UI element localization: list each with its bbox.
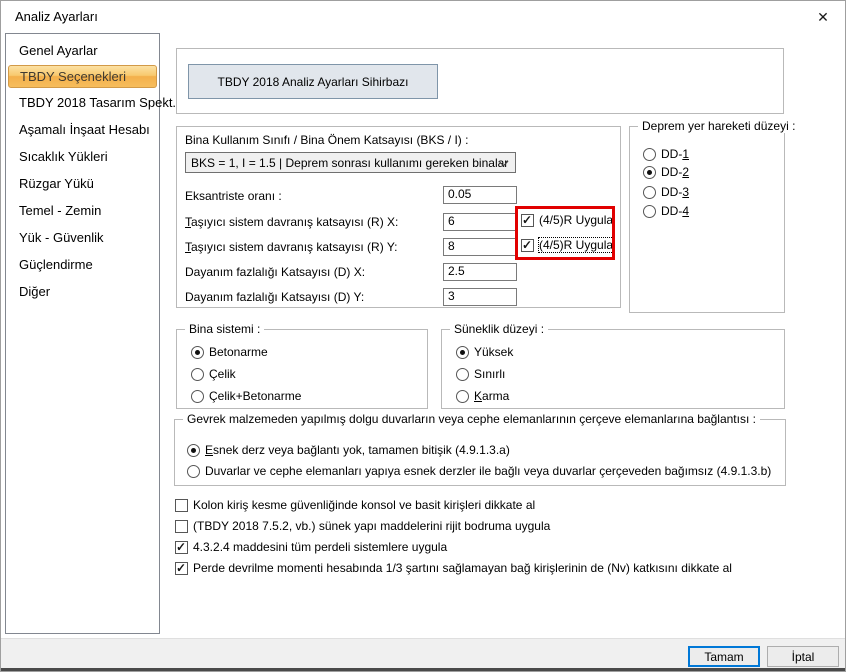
bina-sistemi-group-title: Bina sistemi :: [185, 322, 264, 336]
radio-icon: [456, 368, 469, 381]
footer-bar: Tamam İptal: [1, 638, 845, 668]
radio-celik-betonarme[interactable]: Çelik+Betonarme: [191, 389, 301, 403]
sidebar-item-guclendirme[interactable]: Güçlendirme: [6, 251, 159, 278]
close-button[interactable]: ✕: [813, 7, 833, 27]
checkbox-perde-devrilme-label: Perde devrilme momenti hesabında 1/3 şar…: [193, 561, 732, 575]
window-bottom-border: [1, 668, 845, 672]
ok-button[interactable]: Tamam: [688, 646, 760, 667]
r45-x-checkbox-label: (4/5)R Uygula: [539, 213, 613, 227]
d-y-input[interactable]: 3: [443, 288, 517, 306]
checkbox-checked-icon: [521, 214, 534, 227]
radio-sinirli-label: Sınırlı: [474, 367, 505, 381]
radio-icon: [187, 465, 200, 478]
eksantriste-input[interactable]: 0.05: [443, 186, 517, 204]
suneklik-group: Süneklik düzeyi : Yüksek Sınırlı Karma: [441, 329, 785, 409]
bina-sistemi-group: Bina sistemi : Betonarme Çelik Çelik+Bet…: [176, 329, 428, 409]
title-bar: Analiz Ayarları ✕: [1, 1, 845, 31]
checkbox-unchecked-icon: [175, 499, 188, 512]
r-y-input[interactable]: 8: [443, 238, 517, 256]
radio-celik[interactable]: Çelik: [191, 367, 236, 381]
radio-icon: [456, 390, 469, 403]
checkbox-checked-icon: [521, 239, 534, 252]
sidebar-item-tbdy-secenekleri[interactable]: TBDY Seçenekleri: [8, 65, 157, 88]
radio-esnek-derz[interactable]: Esnek derz veya bağlantı yok, tamamen bi…: [187, 443, 510, 457]
radio-betonarme[interactable]: Betonarme: [191, 345, 268, 359]
checkbox-unchecked-icon: [175, 520, 188, 533]
radio-dd-3-label: DD-3: [661, 185, 689, 199]
suneklik-group-title: Süneklik düzeyi :: [450, 322, 548, 336]
checkbox-tbdy-752-label: (TBDY 2018 7.5.2, vb.) sünek yapı maddel…: [193, 519, 550, 533]
d-y-label: Dayanım fazlalığı Katsayısı (D) Y:: [185, 290, 364, 304]
radio-icon: [191, 390, 204, 403]
eksantriste-label: Eksantriste oranı :: [185, 189, 282, 203]
radio-selected-icon: [191, 346, 204, 359]
sidebar-item-genel-ayarlar[interactable]: Genel Ayarlar: [6, 37, 159, 64]
radio-icon: [643, 186, 656, 199]
radio-karma-label: Karma: [474, 389, 509, 403]
checkbox-4324-maddesi-label: 4.3.2.4 maddesini tüm perdeli sistemlere…: [193, 540, 447, 554]
sidebar-item-diger[interactable]: Diğer: [6, 278, 159, 305]
radio-dd-1[interactable]: DD-1: [643, 147, 689, 161]
radio-esnek-derz-label: Esnek derz veya bağlantı yok, tamamen bi…: [205, 443, 510, 457]
radio-dd-2-label: DD-2: [661, 165, 689, 179]
bks-label: Bina Kullanım Sınıfı / Bina Önem Katsayı…: [185, 133, 468, 147]
sidebar-item-sicaklik-yukleri[interactable]: Sıcaklık Yükleri: [6, 143, 159, 170]
sidebar-item-asamali-insaat[interactable]: Aşamalı İnşaat Hesabı: [6, 116, 159, 143]
sidebar-item-tbdy-2018-tasarim-spekt[interactable]: TBDY 2018 Tasarım Spekt...: [6, 89, 159, 116]
r45-x-checkbox[interactable]: (4/5)R Uygula: [521, 213, 613, 227]
radio-icon: [643, 148, 656, 161]
r-x-input[interactable]: 6: [443, 213, 517, 231]
radio-duvarlar-bagimsiz-label: Duvarlar ve cephe elemanları yapıya esne…: [205, 464, 771, 478]
checkbox-checked-icon: [175, 562, 188, 575]
d-x-label: Dayanım fazlalığı Katsayısı (D) X:: [185, 265, 365, 279]
radio-yuksek[interactable]: Yüksek: [456, 345, 513, 359]
deprem-group-title: Deprem yer hareketi düzeyi :: [638, 119, 799, 133]
analysis-settings-dialog: Analiz Ayarları ✕ Genel Ayarlar TBDY Seç…: [0, 0, 846, 672]
wizard-button[interactable]: TBDY 2018 Analiz Ayarları Sihirbazı: [188, 64, 438, 99]
sidebar-item-temel-zemin[interactable]: Temel - Zemin: [6, 197, 159, 224]
r-y-label: Taşıyıcı sistem davranış katsayısı (R) Y…: [185, 240, 398, 254]
r-x-label: Taşıyıcı sistem davranış katsayısı (R) X…: [185, 215, 398, 229]
radio-celik-betonarme-label: Çelik+Betonarme: [209, 389, 301, 403]
r45-y-checkbox[interactable]: (4/5)R Uygula: [521, 238, 613, 252]
radio-dd-2[interactable]: DD-2: [643, 165, 689, 179]
checkbox-kolon-kiris[interactable]: Kolon kiriş kesme güvenliğinde konsol ve…: [175, 498, 535, 512]
radio-celik-label: Çelik: [209, 367, 236, 381]
bks-dropdown[interactable]: BKS = 1, I = 1.5 | Deprem sonrası kullan…: [185, 152, 516, 173]
radio-icon: [643, 205, 656, 218]
deprem-group: Deprem yer hareketi düzeyi : DD-1 DD-2 D…: [629, 126, 785, 313]
gevrek-group-title: Gevrek malzemeden yapılmış dolgu duvarla…: [183, 412, 760, 426]
radio-dd-3[interactable]: DD-3: [643, 185, 689, 199]
radio-dd-4-label: DD-4: [661, 204, 689, 218]
radio-dd-1-label: DD-1: [661, 147, 689, 161]
checkbox-perde-devrilme[interactable]: Perde devrilme momenti hesabında 1/3 şar…: [175, 561, 732, 575]
d-x-input[interactable]: 2.5: [443, 263, 517, 281]
cancel-button[interactable]: İptal: [767, 646, 839, 667]
bks-dropdown-value: BKS = 1, I = 1.5 | Deprem sonrası kullan…: [191, 156, 508, 170]
gevrek-group: Gevrek malzemeden yapılmış dolgu duvarla…: [174, 419, 786, 486]
checkbox-4324-maddesi[interactable]: 4.3.2.4 maddesini tüm perdeli sistemlere…: [175, 540, 447, 554]
radio-betonarme-label: Betonarme: [209, 345, 268, 359]
radio-duvarlar-bagimsiz[interactable]: Duvarlar ve cephe elemanları yapıya esne…: [187, 464, 771, 478]
checkbox-checked-icon: [175, 541, 188, 554]
radio-yuksek-label: Yüksek: [474, 345, 513, 359]
sidebar-item-yuk-guvenlik[interactable]: Yük - Güvenlik: [6, 224, 159, 251]
radio-karma[interactable]: Karma: [456, 389, 509, 403]
dialog-title: Analiz Ayarları: [15, 9, 98, 24]
checkbox-tbdy-752[interactable]: (TBDY 2018 7.5.2, vb.) sünek yapı maddel…: [175, 519, 550, 533]
close-icon: ✕: [817, 9, 829, 26]
radio-dd-4[interactable]: DD-4: [643, 204, 689, 218]
radio-icon: [191, 368, 204, 381]
checkbox-kolon-kiris-label: Kolon kiriş kesme güvenliğinde konsol ve…: [193, 498, 535, 512]
settings-sidebar: Genel Ayarlar TBDY Seçenekleri TBDY 2018…: [5, 33, 160, 634]
r45-y-checkbox-label: (4/5)R Uygula: [539, 238, 613, 252]
sidebar-item-ruzgar-yuku[interactable]: Rüzgar Yükü: [6, 170, 159, 197]
radio-selected-icon: [643, 166, 656, 179]
radio-selected-icon: [187, 444, 200, 457]
radio-selected-icon: [456, 346, 469, 359]
radio-sinirli[interactable]: Sınırlı: [456, 367, 505, 381]
bks-group: Bina Kullanım Sınıfı / Bina Önem Katsayı…: [176, 126, 621, 308]
wizard-panel: TBDY 2018 Analiz Ayarları Sihirbazı: [176, 48, 784, 114]
